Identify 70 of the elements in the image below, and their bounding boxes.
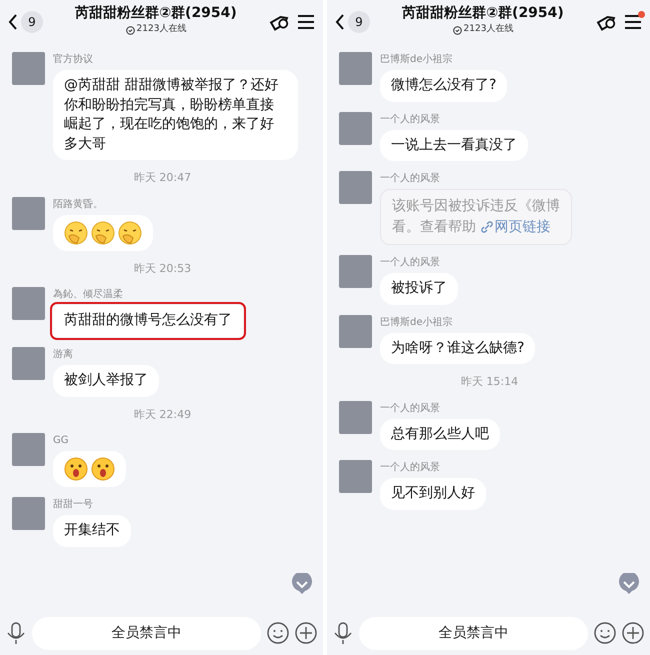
sender-name: 游离 [53, 348, 73, 362]
sender-name: 巴博斯de小祖宗 [380, 52, 452, 67]
timestamp: 昨天 20:53 [132, 260, 192, 277]
surprised-face-emoji-icon [91, 457, 115, 482]
microphone-icon[interactable] [6, 622, 26, 644]
sender-name: GG [53, 434, 68, 448]
plus-icon[interactable] [622, 622, 644, 644]
avatar-photo-placeholder [12, 497, 45, 530]
message-bubble: 微博怎么没有了? [380, 70, 508, 102]
timestamp: 昨天 22:49 [132, 406, 192, 423]
avatar-photo-placeholder [339, 112, 372, 145]
unread-count: 9 [21, 11, 43, 33]
check-circle-icon [126, 26, 135, 35]
sender-name: 一个人的风景 [380, 172, 440, 186]
timestamp: 昨天 20:47 [132, 170, 192, 186]
message-bubble: 芮甜甜的微博号怎么没有了 [53, 305, 243, 337]
emoji-face-icon[interactable] [267, 622, 289, 644]
link-icon [480, 220, 494, 234]
online-count: 2123人在线 [126, 25, 186, 36]
check-circle-icon [452, 26, 462, 35]
avatar-photo-placeholder [339, 460, 372, 494]
hand-over-mouth-emoji-icon [64, 220, 88, 245]
card-text: 该账号因被投诉违反《微博 [392, 197, 560, 216]
message-bubble: 见不到别人好 [380, 478, 486, 510]
avatar-photo-placeholder [339, 171, 372, 204]
back-button[interactable]: 9 [8, 11, 43, 33]
scroll-down-icon[interactable] [291, 573, 313, 595]
scroll-down-icon[interactable] [618, 573, 640, 595]
group-title: 芮甜甜粉丝群②群(2954) [401, 6, 565, 21]
avatar-photo-placeholder [12, 346, 45, 380]
message-bubble: 被投诉了 [380, 273, 458, 305]
message-bubble: 总有那么些人吧 [380, 418, 500, 450]
avatar-photo-placeholder [339, 314, 372, 348]
sender-name: 為鈊、倾尽温柔 [53, 288, 123, 302]
sender-name: 一个人的风景 [380, 256, 440, 270]
avatar-photo-placeholder [12, 52, 45, 85]
message-bubble: 一说上去一看真没了 [380, 130, 528, 162]
menu-icon[interactable] [624, 13, 642, 31]
online-count: 2123人在线 [452, 25, 514, 36]
message-bubble: 开集结不 [53, 515, 131, 547]
group-title: 芮甜甜粉丝群②群(2954) [74, 6, 238, 21]
avatar-photo-placeholder [12, 287, 45, 320]
avatar-photo-placeholder [12, 196, 45, 230]
avatar-photo-placeholder [339, 255, 372, 288]
muted-input-field: 全员禁言中 [359, 616, 588, 650]
message-bubble: 被剑人举报了 [53, 364, 159, 397]
sender-name: 甜甜一号 [53, 498, 93, 512]
microphone-icon[interactable] [333, 622, 353, 644]
muted-input-field: 全员禁言中 [32, 616, 261, 650]
unread-count: 9 [348, 11, 370, 33]
surprised-face-emoji-icon [64, 457, 88, 482]
message-bubble: @芮甜甜 甜甜微博被举报了？还好你和盼盼拍完写真，盼盼榜单直接崛起了，现在吃的饱饱的，来了好多大哥 [53, 70, 298, 160]
avatar-photo-placeholder [339, 52, 372, 85]
timestamp: 昨天 15:14 [460, 374, 520, 390]
sender-name: 官方协议 [53, 52, 93, 67]
sender-name: 一个人的风景 [380, 460, 440, 476]
avatar-photo-placeholder [339, 400, 372, 434]
avatar-photo-placeholder [12, 433, 45, 466]
menu-icon[interactable] [297, 13, 315, 31]
back-button[interactable]: 9 [335, 11, 370, 33]
plus-icon[interactable] [295, 622, 317, 644]
sender-name: 陌路黄昏。 [53, 198, 103, 212]
sender-name: 巴博斯de小祖宗 [380, 316, 452, 330]
sender-name: 一个人的风景 [380, 112, 440, 127]
sender-name: 一个人的风景 [380, 402, 440, 416]
emoji-face-icon[interactable] [594, 622, 616, 644]
message-bubble: 为啥呀？谁这么缺德? [380, 332, 536, 364]
hand-over-mouth-emoji-icon [91, 220, 115, 245]
card-text: 看。查看帮助 [392, 219, 476, 236]
hand-over-mouth-emoji-icon [118, 220, 142, 245]
